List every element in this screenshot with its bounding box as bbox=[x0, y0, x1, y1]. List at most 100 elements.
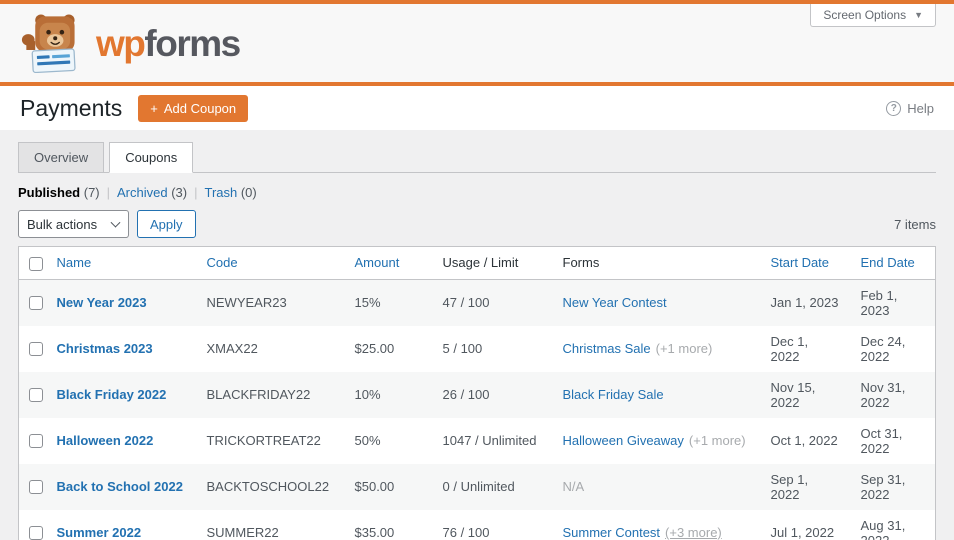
coupon-code-cell: TRICKORTREAT22 bbox=[206, 433, 321, 449]
end-date-cell: Aug 31, 2022 bbox=[860, 517, 906, 540]
wpforms-wordmark: wpforms bbox=[96, 22, 241, 64]
coupon-name-link[interactable]: Christmas 2023 bbox=[57, 341, 153, 356]
table-head: Name Code Amount Usage / Limit Forms Start Da… bbox=[18, 246, 936, 280]
coupon-usage-cell: 5 / 100 bbox=[442, 341, 483, 357]
sort-link[interactable]: Amount bbox=[355, 255, 400, 270]
chevron-down-icon: ▼ bbox=[914, 9, 923, 20]
help-icon: ? bbox=[886, 100, 902, 116]
coupon-amount-cell: 50% bbox=[354, 433, 381, 449]
sort-link[interactable]: Name bbox=[57, 255, 92, 270]
tab-overview[interactable]: Overview bbox=[18, 142, 105, 173]
end-date-cell: Oct 31, 2022 bbox=[860, 425, 903, 456]
coupon-name-link[interactable]: Halloween 2022 bbox=[57, 433, 154, 448]
page-title: Payments bbox=[20, 94, 123, 121]
help-link[interactable]: ? Help bbox=[886, 100, 934, 116]
wpforms-bear-icon bbox=[21, 14, 76, 73]
column-header-code-top[interactable]: Code bbox=[196, 246, 345, 280]
form-link[interactable]: Black Friday Sale bbox=[563, 387, 664, 402]
coupon-usage-cell: 47 / 100 bbox=[442, 295, 490, 311]
help-label: Help bbox=[907, 100, 934, 116]
coupon-amount-cell: 15% bbox=[354, 295, 381, 311]
form-link[interactable]: Summer Contest bbox=[563, 525, 661, 540]
row-checkbox[interactable] bbox=[29, 480, 43, 495]
tab-coupons[interactable]: Coupons bbox=[109, 142, 194, 173]
wordmark-forms: forms bbox=[144, 22, 241, 64]
row-checkbox[interactable] bbox=[29, 388, 43, 403]
form-link[interactable]: Halloween Giveaway bbox=[563, 433, 684, 448]
start-date-cell: Dec 1, 2022 bbox=[770, 333, 809, 364]
more-forms-link: (+1 more) bbox=[655, 341, 713, 357]
start-date-cell: Nov 15, 2022 bbox=[770, 379, 816, 410]
coupon-amount-cell: $35.00 bbox=[354, 525, 395, 540]
table-body: New Year 2023 NEWYEAR23 15% 47 / 100 New Yea… bbox=[18, 279, 936, 540]
wordmark-wp: wp bbox=[96, 22, 146, 64]
more-forms-link[interactable]: (+3 more) bbox=[665, 525, 722, 540]
column-header-forms-top: Forms bbox=[552, 246, 761, 280]
table-row: Christmas 2023 XMAX22 $25.00 5 / 100 Christm… bbox=[19, 326, 936, 372]
column-header-usage-limit-top: Usage / Limit bbox=[432, 246, 553, 280]
screen-options-button[interactable]: Screen Options ▼ bbox=[810, 4, 936, 27]
coupon-forms-cell: Halloween Giveaway (+1 more) bbox=[553, 418, 761, 464]
start-date-cell: Sep 1, 2022 bbox=[770, 471, 809, 502]
coupon-amount-cell: 10% bbox=[354, 387, 381, 403]
start-date-cell: Oct 1, 2022 bbox=[770, 433, 838, 449]
more-forms-link: (+1 more) bbox=[688, 433, 746, 449]
coupon-usage-cell: 26 / 100 bbox=[442, 387, 490, 403]
coupon-forms-cell: Black Friday Sale bbox=[553, 372, 761, 418]
coupon-name-link[interactable]: Black Friday 2022 bbox=[57, 387, 167, 402]
sort-link[interactable]: Code bbox=[207, 255, 238, 270]
coupon-code-cell: NEWYEAR23 bbox=[206, 295, 287, 311]
form-link[interactable]: New Year Contest bbox=[563, 295, 667, 310]
filter-separator: | bbox=[106, 185, 111, 200]
row-checkbox[interactable] bbox=[29, 296, 43, 311]
filter-separator: | bbox=[194, 185, 198, 200]
coupon-forms-cell: New Year Contest bbox=[553, 279, 761, 326]
table-row: Summer 2022 SUMMER22 $35.00 76 / 100 Summer … bbox=[19, 510, 936, 540]
column-header-start-date-top[interactable]: Start Date bbox=[760, 246, 851, 280]
select-all-checkbox[interactable] bbox=[29, 256, 43, 271]
filter-trash[interactable]: Trash (0) bbox=[204, 185, 256, 200]
coupon-code-cell: SUMMER22 bbox=[206, 525, 279, 540]
column-header-end-date-top[interactable]: End Date bbox=[850, 246, 936, 280]
filter-count: (7) bbox=[80, 185, 100, 200]
filter-label: Archived bbox=[117, 185, 168, 200]
coupon-name-link[interactable]: Summer 2022 bbox=[57, 525, 142, 540]
add-coupon-button[interactable]: + Add Coupon bbox=[138, 94, 249, 122]
column-header-amount-top[interactable]: Amount bbox=[344, 246, 433, 280]
tab-bar: Overview Coupons bbox=[18, 142, 936, 173]
end-date-cell: Feb 1, 2023 bbox=[860, 287, 898, 318]
apply-button[interactable]: Apply bbox=[137, 210, 196, 238]
table-row: New Year 2023 NEWYEAR23 15% 47 / 100 New Yea… bbox=[18, 279, 936, 326]
plus-icon: + bbox=[150, 100, 158, 116]
row-checkbox[interactable] bbox=[29, 526, 43, 540]
column-header-name-top[interactable]: Name bbox=[46, 246, 197, 280]
coupon-name-link[interactable]: Back to School 2022 bbox=[57, 479, 183, 494]
coupon-name-link[interactable]: New Year 2023 bbox=[57, 295, 147, 310]
row-checkbox[interactable] bbox=[29, 434, 43, 449]
screen-options-label: Screen Options bbox=[823, 8, 907, 22]
coupon-usage-cell: 0 / Unlimited bbox=[442, 479, 515, 495]
items-count: 7 items bbox=[894, 216, 936, 232]
forms-na-label: N/A bbox=[562, 479, 585, 495]
filter-published[interactable]: Published (7) bbox=[18, 185, 100, 200]
status-filter-links: Published (7) | Archived (3) | Trash (0) bbox=[18, 185, 936, 200]
page-head: Payments + Add Coupon ? Help bbox=[0, 86, 954, 130]
filter-count: (0) bbox=[237, 185, 257, 200]
row-checkbox[interactable] bbox=[29, 342, 43, 357]
coupons-table: Name Code Amount Usage / Limit Forms Start Da… bbox=[18, 246, 936, 540]
filter-count: (3) bbox=[167, 185, 188, 200]
coupon-amount-cell: $50.00 bbox=[354, 479, 395, 495]
filter-label: Published bbox=[18, 185, 81, 200]
filter-archived[interactable]: Archived (3) bbox=[117, 185, 187, 200]
coupon-usage-cell: 1047 / Unlimited bbox=[442, 433, 537, 449]
table-row: Black Friday 2022 BLACKFRIDAY22 10% 26 / 10… bbox=[18, 371, 936, 418]
form-link[interactable]: Christmas Sale bbox=[563, 341, 651, 356]
start-date-cell: Jul 1, 2022 bbox=[770, 525, 835, 540]
sort-link[interactable]: Start Date bbox=[771, 255, 830, 270]
wpforms-logo: wpforms bbox=[20, 13, 241, 73]
coupon-code-cell: BLACKFRIDAY22 bbox=[206, 387, 311, 403]
sort-link[interactable]: End Date bbox=[861, 255, 915, 270]
coupon-forms-cell: Summer Contest (+3 more) bbox=[553, 510, 761, 540]
bulk-actions-select[interactable]: Bulk actions bbox=[18, 210, 129, 238]
coupon-amount-cell: $25.00 bbox=[354, 341, 395, 357]
